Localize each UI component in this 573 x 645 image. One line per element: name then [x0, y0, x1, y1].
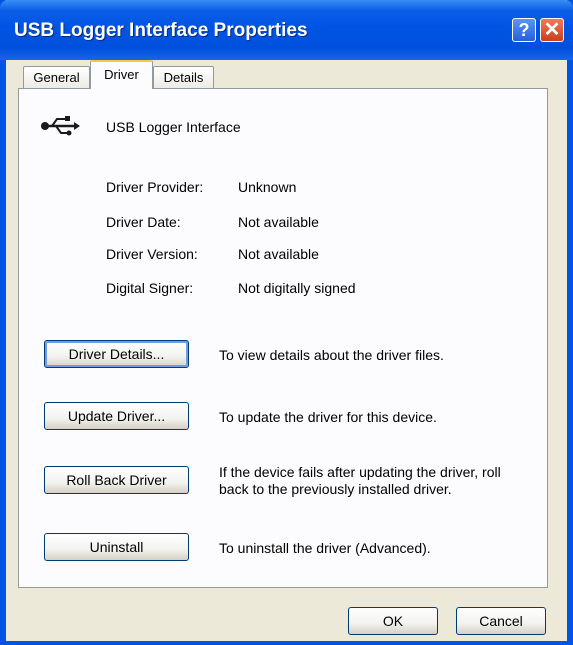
help-button[interactable]: ? [512, 18, 536, 42]
driver-version-label: Driver Version: [106, 246, 198, 262]
driver-details-button[interactable]: Driver Details... [44, 340, 189, 368]
update-driver-description: To update the driver for this device. [219, 409, 437, 425]
roll-back-driver-description: If the device fails after updating the d… [219, 464, 501, 497]
close-button[interactable]: ✕ [540, 18, 564, 42]
tab-details[interactable]: Details [153, 66, 214, 88]
tab-strip: General Driver Details [18, 60, 548, 89]
window-title: USB Logger Interface Properties [14, 20, 308, 41]
driver-date-value: Not available [238, 214, 319, 230]
tab-driver[interactable]: Driver [90, 60, 153, 89]
usb-icon [41, 116, 80, 136]
driver-provider-label: Driver Provider: [106, 179, 204, 195]
tab-general[interactable]: General [23, 66, 90, 88]
driver-date-label: Driver Date: [106, 214, 181, 230]
roll-back-driver-button[interactable]: Roll Back Driver [44, 466, 189, 494]
tab-panel-driver [18, 88, 548, 588]
update-driver-button[interactable]: Update Driver... [44, 402, 189, 430]
help-icon: ? [518, 20, 530, 40]
digital-signer-label: Digital Signer: [106, 280, 194, 296]
driver-provider-value: Unknown [238, 179, 297, 195]
uninstall-button[interactable]: Uninstall [44, 533, 189, 561]
device-name: USB Logger Interface [106, 119, 241, 135]
ok-button[interactable]: OK [348, 607, 438, 635]
driver-version-value: Not available [238, 246, 319, 262]
close-icon: ✕ [543, 19, 561, 41]
title-bar[interactable]: USB Logger Interface Properties ? ✕ [0, 0, 573, 60]
cancel-button[interactable]: Cancel [456, 607, 546, 635]
uninstall-description: To uninstall the driver (Advanced). [219, 540, 431, 556]
digital-signer-value: Not digitally signed [238, 280, 356, 296]
driver-details-description: To view details about the driver files. [219, 347, 444, 363]
